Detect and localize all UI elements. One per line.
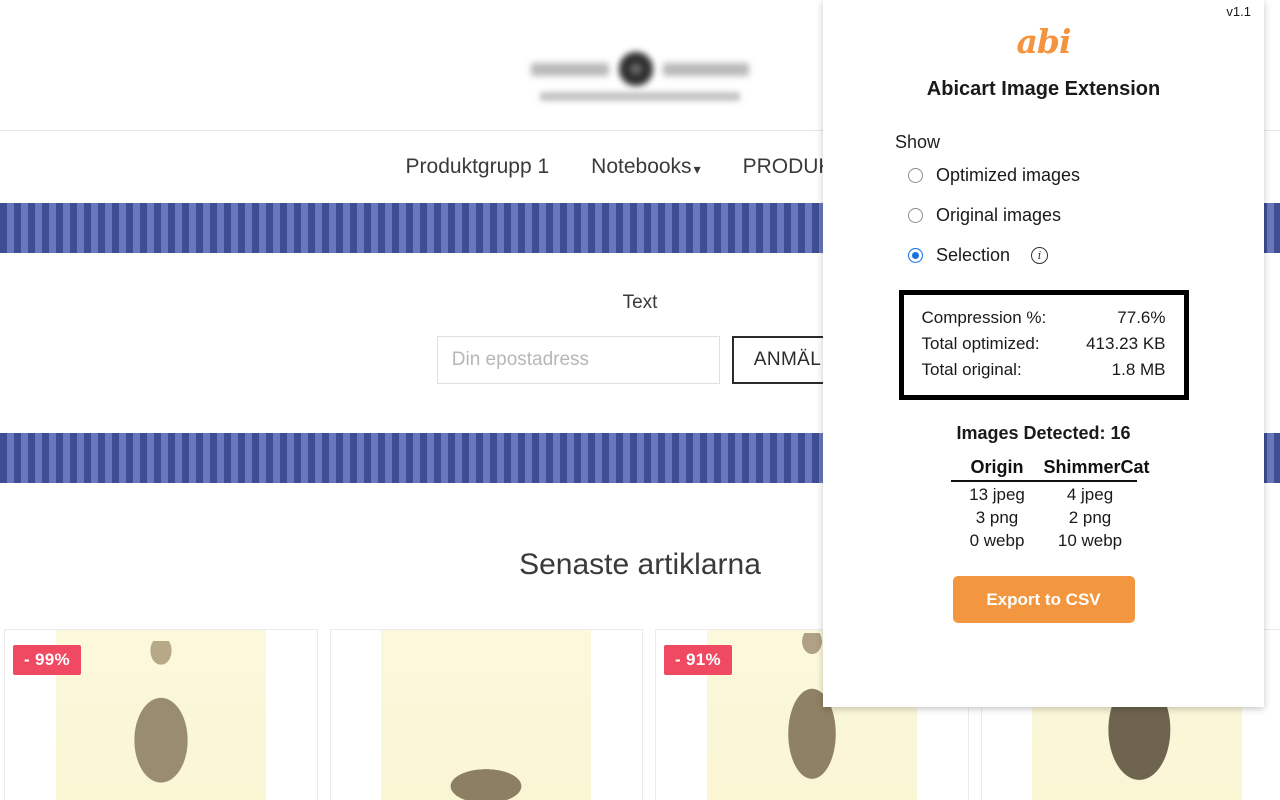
discount-badge: - 99% — [13, 645, 81, 675]
cell-shimmercat-png: 2 png — [1068, 508, 1112, 527]
show-group-label: Show — [895, 132, 941, 152]
radio-optimized-images[interactable]: Optimized images — [908, 165, 1264, 186]
extension-version-label: v1.1 — [1226, 4, 1251, 19]
radio-indicator-icon — [908, 168, 923, 183]
table-row: 3 png 2 png — [951, 505, 1137, 528]
stat-row-total-original: Total original: 1.8 MB — [922, 357, 1166, 383]
abi-logo: abi — [1016, 22, 1072, 61]
nav-item-produktgrupp-1[interactable]: Produktgrupp 1 — [406, 155, 550, 179]
nav-item-label: Produktgrupp 1 — [405, 155, 550, 178]
radio-indicator-icon — [908, 208, 923, 223]
stat-value: 413.23 KB — [1086, 334, 1166, 353]
table-header-row: Origin ShimmerCat — [950, 457, 1150, 482]
logo-tagline — [540, 92, 740, 101]
product-card[interactable] — [329, 629, 643, 800]
table-row: 13 jpeg 4 jpeg — [951, 482, 1137, 505]
radio-label: Optimized images — [936, 165, 1081, 185]
radio-selection[interactable]: Selection i — [908, 245, 1264, 266]
column-header-shimmercat: ShimmerCat — [1043, 457, 1150, 477]
cell-origin-png: 3 png — [975, 508, 1019, 527]
stat-value: 77.6% — [1117, 308, 1166, 327]
stat-label: Compression %: — [921, 308, 1047, 327]
newsletter-form: ANMÄL — [436, 336, 844, 384]
logo-emblem-icon — [619, 52, 653, 86]
newsletter-title: Text — [622, 292, 658, 313]
product-image — [55, 630, 266, 800]
nav-item-notebooks[interactable]: Notebooks ▾ — [591, 155, 700, 179]
statistics-box: Compression %: 77.6% Total optimized: 41… — [898, 290, 1189, 400]
info-icon[interactable]: i — [1031, 247, 1049, 264]
chevron-down-icon: ▾ — [693, 161, 701, 177]
extension-popup-panel: v1.1 abi Abicart Image Extension Show Op… — [823, 0, 1264, 707]
newsletter-email-input[interactable] — [436, 336, 720, 384]
product-figure — [426, 727, 547, 800]
cell-shimmercat-jpeg: 4 jpeg — [1066, 485, 1114, 504]
radio-label: Selection — [936, 245, 1011, 265]
table-row: 0 webp 10 webp — [951, 528, 1137, 551]
stat-label: Total optimized: — [921, 334, 1040, 353]
export-to-csv-button[interactable]: Export to CSV — [952, 576, 1135, 623]
stat-value: 1.8 MB — [1111, 360, 1166, 379]
logo-wordmark-right — [663, 62, 749, 76]
stat-row-compression: Compression %: 77.6% — [922, 305, 1166, 331]
nav-item-label: Notebooks — [591, 155, 692, 178]
product-image — [381, 630, 592, 800]
radio-indicator-icon — [908, 248, 923, 263]
cell-shimmercat-webp: 10 webp — [1057, 531, 1123, 550]
cell-origin-jpeg: 13 jpeg — [969, 485, 1025, 504]
product-card[interactable]: - 99% — [4, 629, 318, 800]
extension-title: Abicart Image Extension — [926, 78, 1161, 100]
logo-wordmark-left — [531, 62, 609, 76]
discount-badge: - 91% — [664, 645, 732, 675]
radio-original-images[interactable]: Original images — [908, 205, 1264, 226]
column-header-origin: Origin — [970, 457, 1024, 477]
radio-label: Original images — [936, 205, 1062, 225]
stat-row-total-optimized: Total optimized: 413.23 KB — [922, 331, 1166, 357]
images-detected-count: Images Detected: 16 — [956, 423, 1131, 443]
format-breakdown-table: Origin ShimmerCat 13 jpeg 4 jpeg 3 png 2… — [950, 457, 1150, 551]
product-figure — [108, 641, 213, 800]
cell-origin-webp: 0 webp — [969, 531, 1025, 550]
stat-label: Total original: — [921, 360, 1022, 379]
screenshot-root: Produktgrupp 1 Notebooks ▾ PRODUKTER Tex… — [0, 0, 1280, 800]
show-radio-group: Optimized images Original images Selecti… — [908, 165, 1264, 266]
logo-mark-row — [531, 52, 749, 86]
